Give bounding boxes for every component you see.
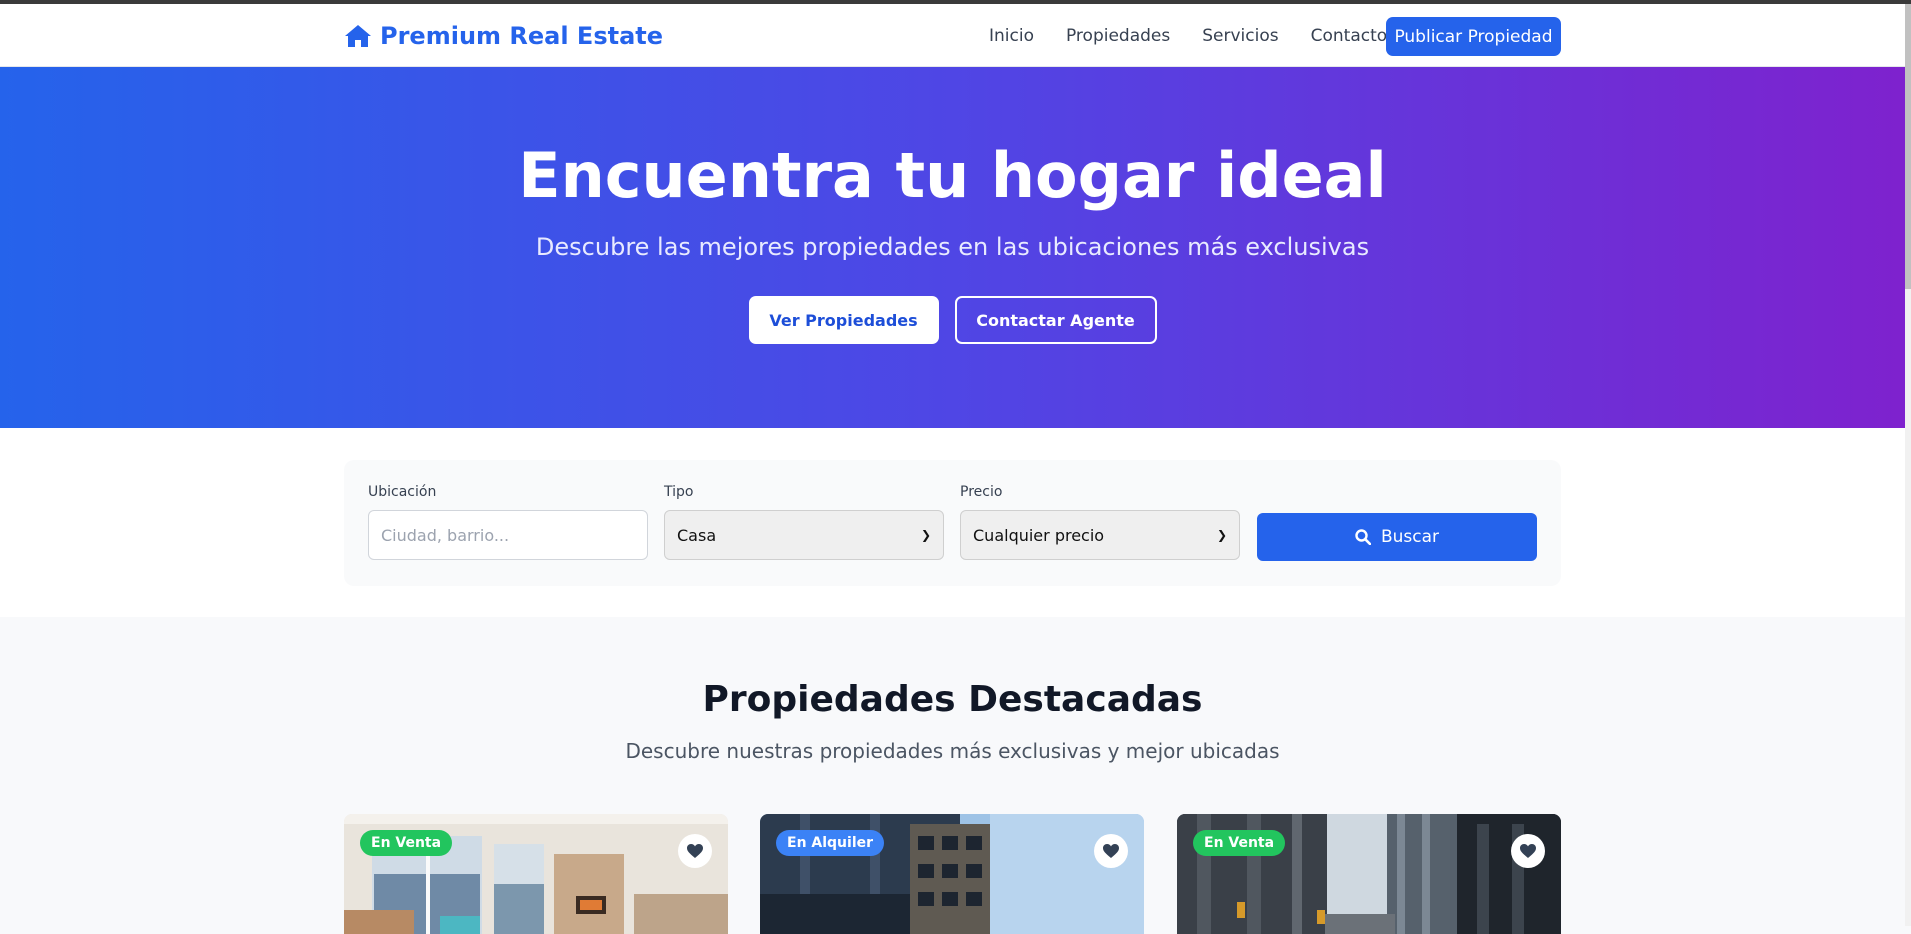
publish-property-button[interactable]: Publicar Propiedad xyxy=(1386,17,1561,56)
property-card[interactable]: En Venta xyxy=(1177,814,1561,934)
contact-agent-button[interactable]: Contactar Agente xyxy=(954,296,1157,344)
featured-subtitle: Descubre nuestras propiedades más exclus… xyxy=(625,739,1280,763)
status-badge: En Venta xyxy=(1193,830,1286,856)
search-section: Ubicación Ciudad, barrio... Tipo Casa ❯ … xyxy=(0,428,1905,617)
view-properties-button[interactable]: Ver Propiedades xyxy=(748,296,939,344)
nav-links: Inicio Propiedades Servicios Contacto xyxy=(989,26,1419,46)
favorite-button[interactable] xyxy=(678,834,712,868)
type-select[interactable]: Casa ❯ xyxy=(664,510,944,560)
heart-icon xyxy=(687,844,703,858)
status-badge: En Venta xyxy=(360,830,453,856)
hero-buttons: Ver Propiedades Contactar Agente xyxy=(0,296,1905,344)
search-form: Ubicación Ciudad, barrio... Tipo Casa ❯ … xyxy=(344,460,1561,586)
navbar: Premium Real Estate Inicio Propiedades S… xyxy=(0,4,1905,67)
type-label: Tipo xyxy=(664,484,694,500)
heart-icon xyxy=(1520,844,1536,858)
chevron-down-icon: ❯ xyxy=(920,528,931,542)
nav-link-inicio[interactable]: Inicio xyxy=(989,26,1034,46)
status-badge: En Alquiler xyxy=(776,830,885,856)
search-icon xyxy=(1355,529,1371,545)
type-select-value: Casa xyxy=(677,525,717,545)
nav-link-contacto[interactable]: Contacto xyxy=(1311,26,1388,46)
nav-link-servicios[interactable]: Servicios xyxy=(1202,26,1278,46)
featured-section: Propiedades Destacadas Descubre nuestras… xyxy=(0,617,1905,934)
hero-section: Encuentra tu hogar ideal Descubre las me… xyxy=(0,67,1905,428)
heart-icon xyxy=(1103,844,1119,858)
price-label: Precio xyxy=(960,484,1003,500)
price-select[interactable]: Cualquier precio ❯ xyxy=(960,510,1240,560)
nav-link-propiedades[interactable]: Propiedades xyxy=(1066,26,1170,46)
location-placeholder: Ciudad, barrio... xyxy=(381,525,510,545)
search-button[interactable]: Buscar xyxy=(1257,513,1537,561)
location-input[interactable]: Ciudad, barrio... xyxy=(368,510,648,560)
brand-name: Premium Real Estate xyxy=(380,22,664,50)
brand-logo[interactable]: Premium Real Estate xyxy=(344,22,663,50)
hero-title: Encuentra tu hogar ideal xyxy=(518,139,1387,212)
featured-title: Propiedades Destacadas xyxy=(702,679,1203,720)
chevron-down-icon: ❯ xyxy=(1216,528,1227,542)
hero-subtitle: Descubre las mejores propiedades en las … xyxy=(535,233,1370,261)
location-field: Ubicación Ciudad, barrio... xyxy=(368,484,648,560)
price-field: Precio Cualquier precio ❯ xyxy=(960,484,1240,560)
type-field: Tipo Casa ❯ xyxy=(664,484,944,560)
property-card[interactable]: En Venta xyxy=(344,814,728,934)
favorite-button[interactable] xyxy=(1511,834,1545,868)
search-button-label: Buscar xyxy=(1380,527,1440,547)
home-icon xyxy=(345,25,371,47)
favorite-button[interactable] xyxy=(1094,834,1128,868)
price-select-value: Cualquier precio xyxy=(973,525,1105,545)
scrollbar-thumb[interactable] xyxy=(1905,4,1911,289)
property-card[interactable]: En Alquiler xyxy=(760,814,1144,934)
location-label: Ubicación xyxy=(368,484,437,500)
